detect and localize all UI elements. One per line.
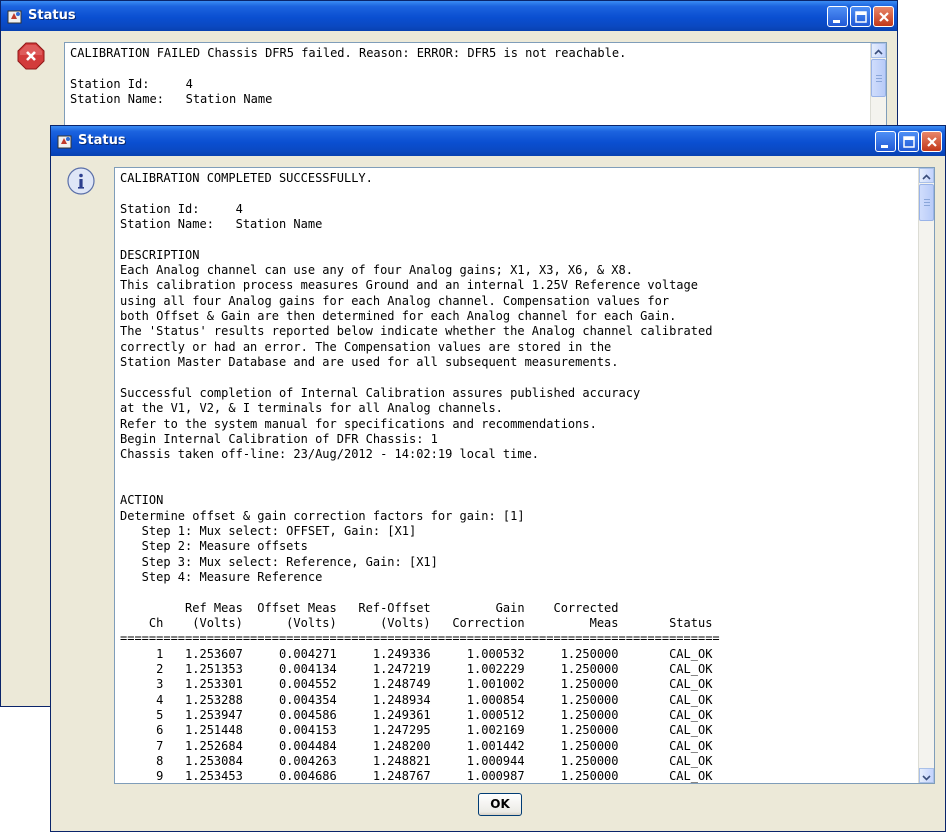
java-app-icon <box>7 10 22 24</box>
message-line: Successful completion of Internal Calibr… <box>120 385 641 400</box>
message-line: both Offset & Gain are then determined f… <box>120 309 677 324</box>
front-status-window: Status CALIBRATION COMPLETED SUCCESSFULL… <box>50 125 946 832</box>
message-line: Ch (Volts) (Volts) (Volts) Correction Me… <box>120 615 713 630</box>
message-line: 2 1.251353 0.004134 1.247219 1.002229 1.… <box>120 662 713 676</box>
front-message-area[interactable]: CALIBRATION COMPLETED SUCCESSFULLY. Stat… <box>114 167 935 784</box>
front-scroll-thumb[interactable] <box>919 184 934 221</box>
arrow-up-icon <box>874 49 883 55</box>
back-scroll-up-button[interactable] <box>871 43 886 58</box>
message-line: Refer to the system manual for specifica… <box>120 416 597 431</box>
back-vertical-scrollbar[interactable] <box>870 43 886 138</box>
front-scroll-up-button[interactable] <box>919 168 934 183</box>
message-line: Each Analog channel can use any of four … <box>120 263 633 278</box>
message-line: CALIBRATION FAILED Chassis DFR5 failed. … <box>70 46 627 60</box>
maximize-icon <box>903 136 915 148</box>
back-title-bar[interactable]: Status <box>1 1 897 31</box>
front-close-button[interactable] <box>921 131 942 152</box>
front-window-title: Status <box>78 133 126 148</box>
message-line: 5 1.253947 0.004586 1.249361 1.000512 1.… <box>120 708 713 723</box>
message-line: Station Name: Station Name <box>70 92 273 107</box>
back-maximize-button[interactable] <box>850 6 871 27</box>
message-line: Step 3: Mux select: Reference, Gain: [X1… <box>120 554 438 569</box>
message-line <box>120 478 720 493</box>
message-line: The 'Status' results reported below indi… <box>120 324 713 339</box>
message-line: Station Id: 4 <box>120 201 243 216</box>
message-line: correctly or had an error. The Compensat… <box>120 339 612 354</box>
message-line <box>70 61 626 76</box>
arrow-down-icon <box>922 775 931 781</box>
message-line: Station Name: Station Name <box>120 217 323 232</box>
arrow-up-icon <box>922 174 931 180</box>
message-line <box>120 463 720 478</box>
front-window-body: CALIBRATION COMPLETED SUCCESSFULLY. Stat… <box>55 156 941 827</box>
front-title-bar[interactable]: Status <box>51 126 945 156</box>
message-line: DESCRIPTION <box>120 247 200 262</box>
close-icon <box>879 12 889 22</box>
front-minimize-button[interactable] <box>875 131 896 152</box>
message-line <box>120 370 720 385</box>
back-minimize-button[interactable] <box>827 6 848 27</box>
message-line: at the V1, V2, & I terminals for all Ana… <box>120 401 503 416</box>
ok-button[interactable]: OK <box>478 793 522 816</box>
message-line: 1 1.253607 0.004271 1.249336 1.000532 1.… <box>120 646 713 661</box>
minimize-icon <box>881 145 888 148</box>
message-line: Station Master Database and are used for… <box>120 355 619 370</box>
message-line: Step 1: Mux select: OFFSET, Gain: [X1] <box>120 523 417 538</box>
java-app-icon <box>57 135 72 149</box>
message-line: Station Id: 4 <box>70 76 193 91</box>
error-icon <box>17 42 45 70</box>
message-line: Chassis taken off-line: 23/Aug/2012 - 14… <box>120 447 540 462</box>
message-line: This calibration process measures Ground… <box>120 278 698 293</box>
back-message-text: CALIBRATION FAILED Chassis DFR5 failed. … <box>70 46 626 107</box>
back-window-title: Status <box>28 8 76 23</box>
message-line: 6 1.251448 0.004153 1.247295 1.002169 1.… <box>120 723 713 738</box>
back-close-button[interactable] <box>873 6 894 27</box>
front-scroll-down-button[interactable] <box>919 768 934 783</box>
front-maximize-button[interactable] <box>898 131 919 152</box>
message-line: Ref Meas Offset Meas Ref-Offset Gain Cor… <box>120 600 619 615</box>
info-icon <box>67 167 95 195</box>
message-line: 3 1.253301 0.004552 1.248749 1.001002 1.… <box>120 677 713 692</box>
back-message-area[interactable]: CALIBRATION FAILED Chassis DFR5 failed. … <box>64 42 887 138</box>
message-line: Step 2: Measure offsets <box>120 539 308 554</box>
message-line: using all four Analog gains for each Ana… <box>120 293 670 308</box>
message-line: Step 4: Measure Reference <box>120 569 323 584</box>
message-line <box>120 232 720 247</box>
message-line: Determine offset & gain correction facto… <box>120 508 525 523</box>
message-line: 7 1.252684 0.004484 1.248200 1.001442 1.… <box>120 738 713 753</box>
message-line <box>120 585 720 600</box>
message-line: ACTION <box>120 493 164 508</box>
message-line: ========================================… <box>120 631 720 646</box>
message-line: 4 1.253288 0.004354 1.248934 1.000854 1.… <box>120 692 713 707</box>
close-icon <box>927 137 937 147</box>
front-message-text: CALIBRATION COMPLETED SUCCESSFULLY. Stat… <box>120 171 720 784</box>
maximize-icon <box>855 11 867 23</box>
back-scroll-thumb[interactable] <box>871 59 886 97</box>
minimize-icon <box>833 20 840 23</box>
message-line: Begin Internal Calibration of DFR Chassi… <box>120 431 438 446</box>
front-vertical-scrollbar[interactable] <box>918 168 934 783</box>
message-line: CALIBRATION COMPLETED SUCCESSFULLY. <box>120 171 373 185</box>
message-line <box>120 186 720 201</box>
message-line: 8 1.253084 0.004263 1.248821 1.000944 1.… <box>120 754 713 769</box>
message-line: 9 1.253453 0.004686 1.248767 1.000987 1.… <box>120 769 713 784</box>
